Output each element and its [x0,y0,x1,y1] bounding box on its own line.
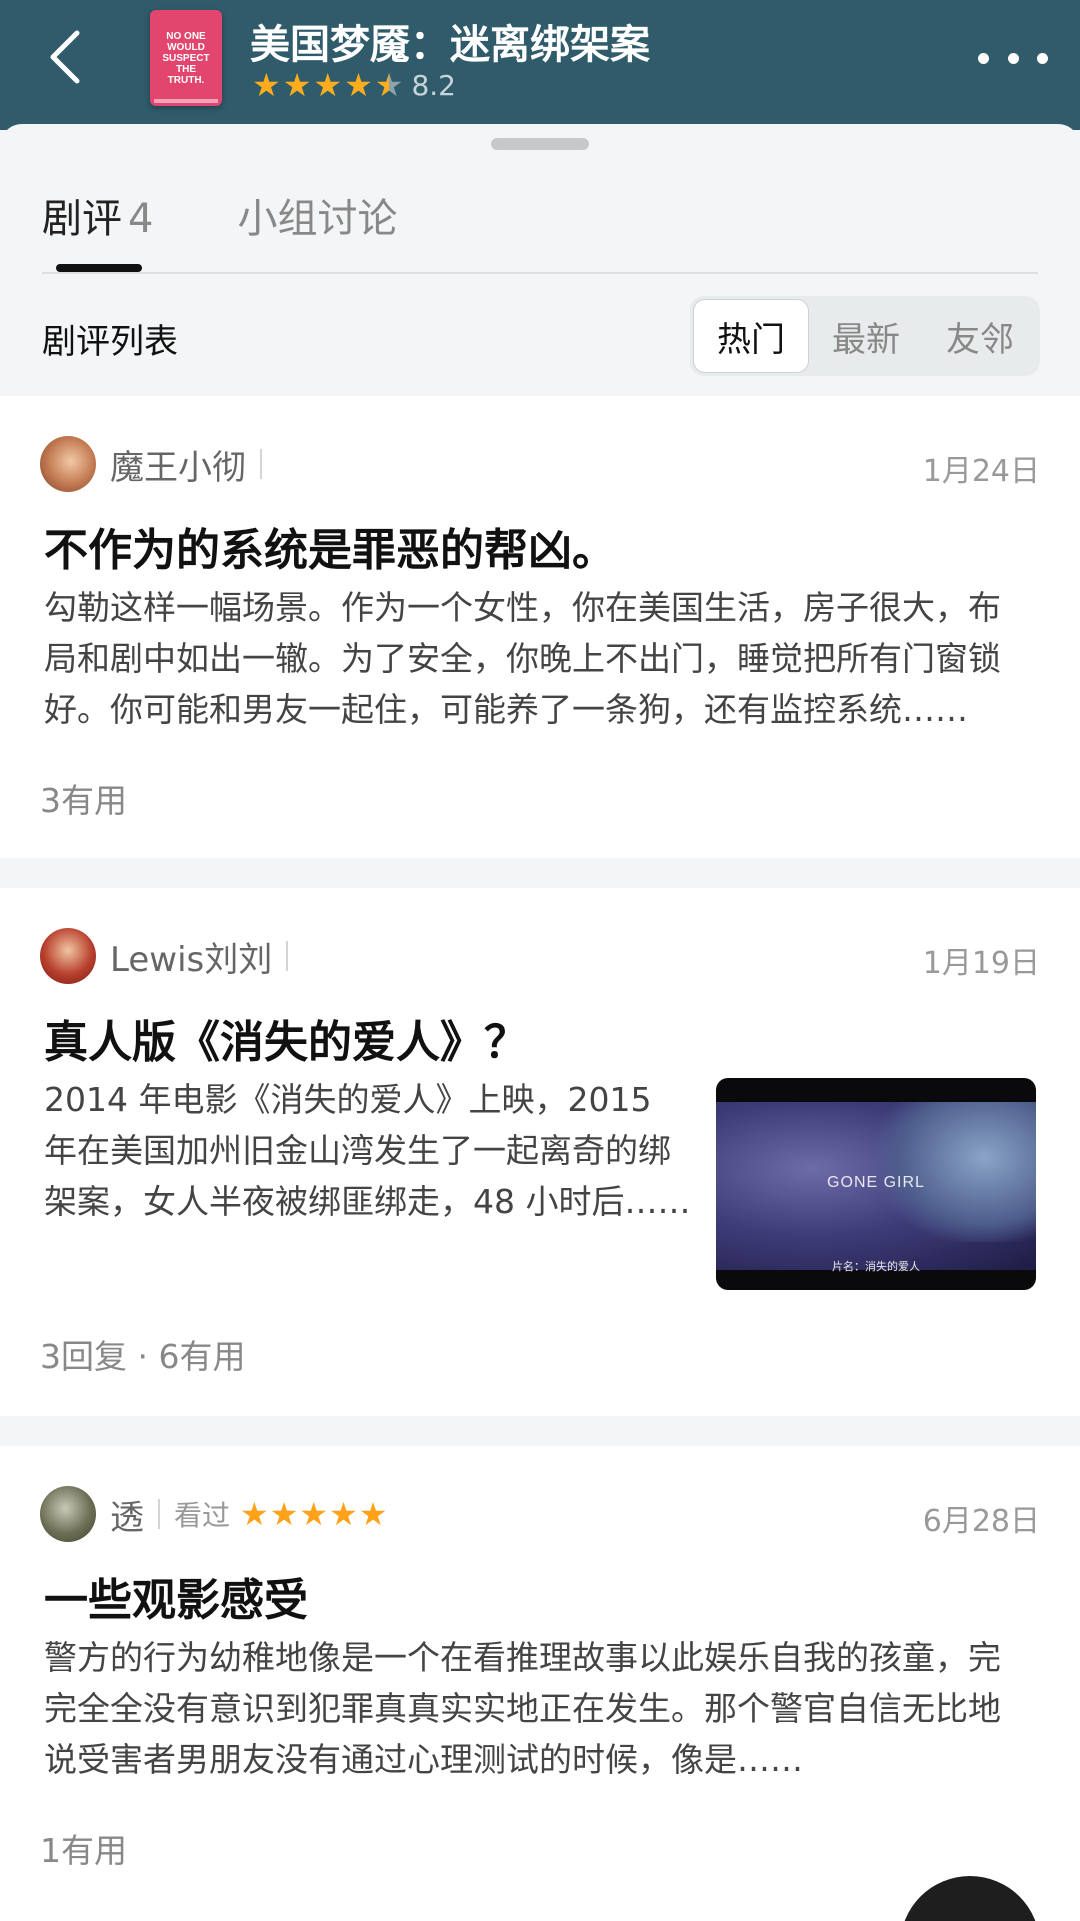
review-date: 6月28日 [922,1504,1040,1539]
rating-stars: ★★★★★ [240,1495,389,1533]
author-name[interactable]: 魔王小彻 [110,440,246,489]
star-icon: ★ [344,66,373,104]
review-excerpt[interactable]: 警方的行为幼稚地像是一个在看推理故事以此娱乐自我的孩童，完完全全没有意识到犯罪真… [44,1632,1026,1785]
dot-icon [1037,52,1048,64]
tab-count: 4 [128,196,154,242]
sort-selector: 热门 最新 友邻 [690,296,1040,376]
tab-label: 剧评 [42,196,122,242]
avatar[interactable] [40,436,96,492]
review-stats: 3回复 · 6有用 [40,1337,246,1376]
tab-bar: 剧评 4 小组讨论 [42,186,481,244]
review-title[interactable]: 不作为的系统是罪恶的帮凶。 [44,514,616,578]
dot-icon [1007,52,1019,64]
review-stats: 3有用 [40,781,127,820]
author-row: Lewis刘刘 [40,928,302,984]
review-excerpt[interactable]: 勾勒这样一幅场景。作为一个女性，你在美国生活，房子很大，布局和剧中如出一辙。为了… [44,582,1026,735]
more-options-button[interactable] [978,30,1048,86]
review-title[interactable]: 一些观影感受 [44,1564,308,1628]
poster-text: SUSPECT [162,52,210,64]
divider [260,449,262,479]
avatar[interactable] [40,928,96,984]
author-row: 魔王小彻 [40,436,276,492]
star-icon: ★ [282,66,312,104]
author-row: 透 看过 ★★★★★ [40,1486,388,1542]
star-half-icon: ★ [374,66,404,104]
review-thumbnail[interactable]: GONE GIRL 片名：消失的爱人 [716,1078,1036,1290]
chevron-left-icon [50,30,80,84]
list-title: 剧评列表 [42,322,178,362]
rating-value: 8.2 [411,68,456,102]
divider [158,1499,160,1529]
review-date: 1月24日 [922,454,1040,489]
review-excerpt[interactable]: 2014 年电影《消失的爱人》上映，2015 年在美国加州旧金山湾发生了一起离奇… [44,1074,694,1227]
review-title[interactable]: 真人版《消失的爱人》？ [44,1006,528,1070]
review-card[interactable]: 透 看过 ★★★★★ 6月28日 一些观影感受 警方的行为幼稚地像是一个在看推理… [0,1446,1080,1921]
author-name[interactable]: 透 [110,1490,144,1539]
poster-footer-strip [154,99,218,103]
poster-text: TRUTH. [167,74,205,86]
watched-label: 看过 [174,1499,231,1532]
top-bar: NO ONE WOULD SUSPECT THE TRUTH. 美国梦魇：迷离绑… [0,0,1080,130]
review-stats: 1有用 [40,1831,127,1870]
sort-option-hot[interactable]: 热门 [693,299,809,373]
tab-label: 小组讨论 [237,196,398,242]
back-button[interactable] [30,22,100,92]
review-date: 1月19日 [922,946,1040,981]
show-title[interactable]: 美国梦魇：迷离绑架案 [250,12,650,70]
sort-option-friends[interactable]: 友邻 [923,299,1037,373]
sort-option-latest[interactable]: 最新 [809,299,923,373]
tab-group-discussion[interactable]: 小组讨论 [237,186,397,244]
review-card[interactable]: Lewis刘刘 1月19日 真人版《消失的爱人》？ 2014 年电影《消失的爱人… [0,888,1080,1416]
poster-text: WOULD [167,41,205,53]
star-icon: ★ [313,66,343,104]
poster-text: THE [176,63,196,75]
author-name[interactable]: Lewis刘刘 [110,932,272,981]
poster-text: NO ONE [166,30,206,42]
avatar[interactable] [40,1486,96,1542]
rating-row: ★ ★ ★ ★ ★ 8.2 [252,68,456,102]
thumbnail-caption: 片名：消失的爱人 [832,1260,920,1273]
active-tab-indicator [56,264,142,272]
show-poster[interactable]: NO ONE WOULD SUSPECT THE TRUTH. [150,10,222,106]
divider [42,272,1038,274]
divider [286,941,289,971]
thumbnail-movie-title: GONE GIRL [827,1174,925,1191]
drag-handle[interactable] [491,138,589,150]
review-card[interactable]: 魔王小彻 1月24日 不作为的系统是罪恶的帮凶。 勾勒这样一幅场景。作为一个女性… [0,396,1080,858]
tab-reviews[interactable]: 剧评 4 [42,186,153,244]
star-icon: ★ [252,66,281,104]
dot-icon [978,52,989,64]
